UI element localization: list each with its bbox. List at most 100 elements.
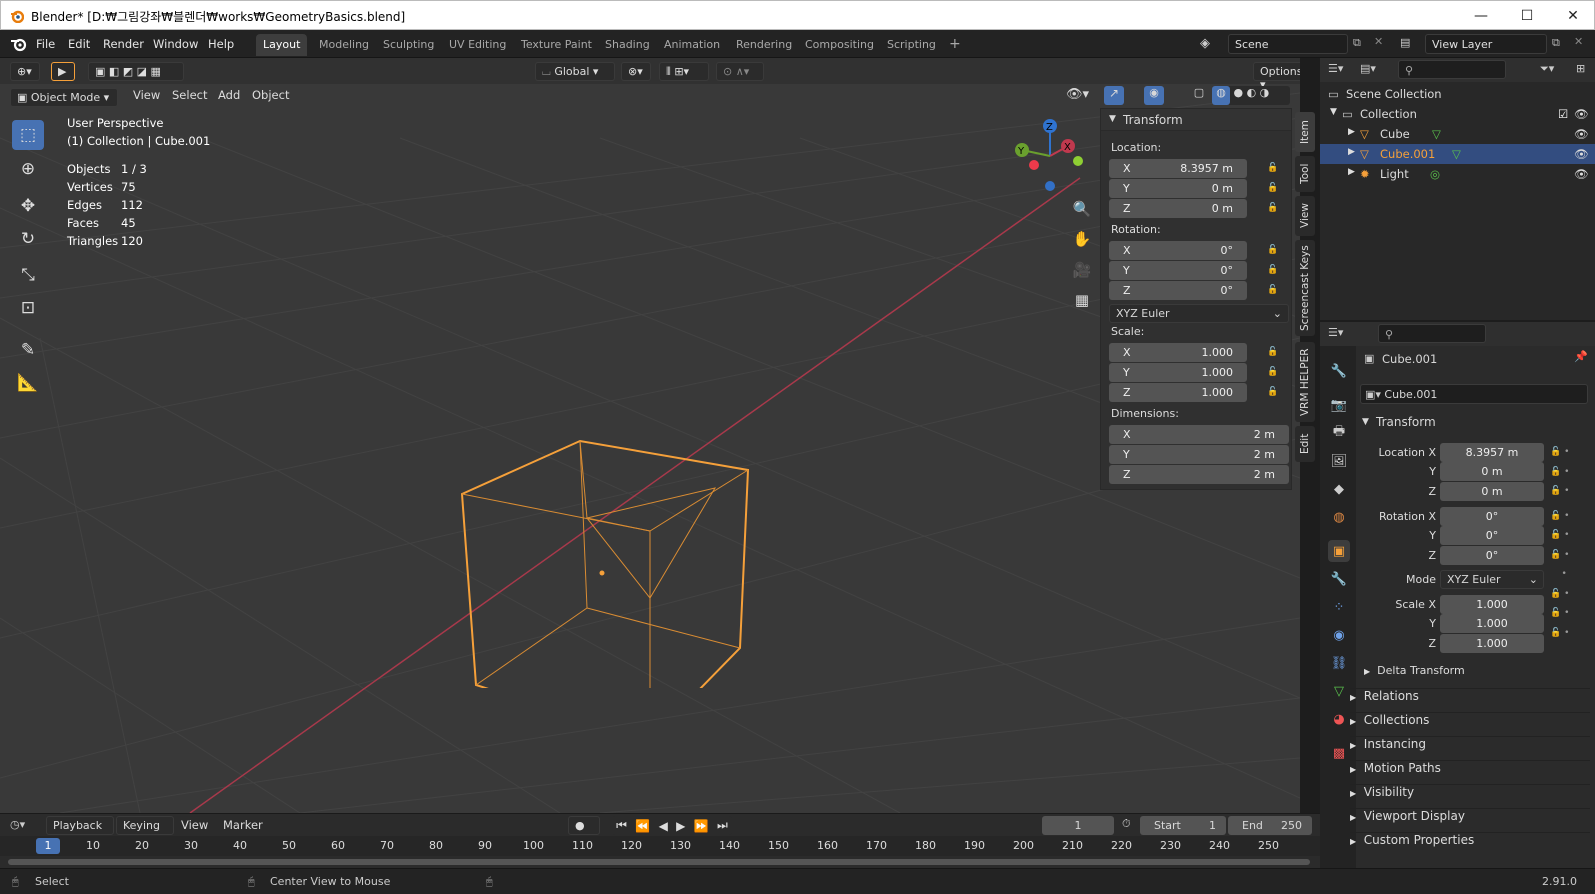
lock-icon[interactable]: 🔓 • <box>1550 482 1590 502</box>
view-layer-selector[interactable]: View Layer <box>1425 34 1547 54</box>
prop-location-y[interactable]: 0 m <box>1440 462 1544 481</box>
lock-icon[interactable]: 🔓 • <box>1550 443 1590 463</box>
prop-rotation-x[interactable]: 0° <box>1440 507 1544 526</box>
rotation-mode-dropdown[interactable]: XYZ Euler ⌄ <box>1109 304 1289 323</box>
scale-tool-icon[interactable]: ⤡ <box>12 260 44 290</box>
rotation-z-field[interactable]: Z 0° <box>1109 281 1247 300</box>
menu-window[interactable]: Window <box>153 37 198 51</box>
checkbox-icon[interactable]: ☑ <box>1558 107 1568 121</box>
cursor-tool-icon[interactable]: ⊕ <box>12 154 44 184</box>
timeline-menu-view[interactable]: View <box>181 818 208 832</box>
sidebar-tab-item[interactable]: Item <box>1295 112 1315 152</box>
tab-animation[interactable]: Animation <box>657 34 727 56</box>
prop-location-x[interactable]: 8.3957 m <box>1440 443 1544 462</box>
rotation-y-field[interactable]: Y 0° <box>1109 261 1247 280</box>
sidebar-tab-edit[interactable]: Edit <box>1295 426 1315 462</box>
npanel-transform-header[interactable]: ▼ Transform <box>1101 109 1291 131</box>
timeline-editor-type-icon[interactable]: ◷▾ <box>10 818 25 831</box>
menu-edit[interactable]: Edit <box>68 37 90 51</box>
lock-icon[interactable]: 🔓 • <box>1550 604 1590 624</box>
proportional-edit-icon[interactable]: ⊙ ∧▾ <box>716 62 764 81</box>
viewport-menu-add[interactable]: Add <box>218 88 240 102</box>
scene-icon[interactable]: ◈ <box>1200 36 1210 51</box>
output-properties-icon[interactable]: 🖶 <box>1328 422 1350 444</box>
pin-icon[interactable]: 📌 <box>1574 350 1588 363</box>
timeline-menu-playback[interactable]: Playback ▾ <box>46 816 114 845</box>
render-properties-icon[interactable]: 📷 <box>1328 394 1350 416</box>
new-scene-icon[interactable]: ⧉ <box>1353 36 1361 50</box>
lock-icon[interactable]: 🔓 <box>1267 245 1279 255</box>
overlay-toggle-icon[interactable]: ◉ <box>1144 86 1164 105</box>
view-layer-icon[interactable]: ▤ <box>1400 36 1410 49</box>
playhead[interactable]: 1 <box>36 838 60 854</box>
mode-dropdown[interactable]: ▣ Object Mode ▾ <box>10 88 118 107</box>
section-visibility[interactable]: ▶ Visibility <box>1350 784 1590 806</box>
scale-y-field[interactable]: Y 1.000 <box>1109 363 1247 382</box>
object-name-field[interactable]: ▣▾ Cube.001 <box>1360 384 1588 404</box>
measure-tool-icon[interactable]: 📐 <box>12 368 44 398</box>
outliner-item-cube[interactable]: ▶ ▽ Cube ▽ 👁 <box>1320 124 1595 144</box>
prop-rotation-z[interactable]: 0° <box>1440 546 1544 565</box>
eye-icon[interactable]: 👁 <box>1574 127 1589 141</box>
eye-icon[interactable]: 👁 <box>1574 167 1589 181</box>
dimensions-x-field[interactable]: X2 m <box>1109 425 1289 444</box>
world-properties-icon[interactable]: ◍ <box>1328 506 1350 528</box>
lock-icon[interactable]: 🔓 • <box>1550 546 1590 566</box>
scene-selector[interactable]: Scene <box>1228 34 1348 54</box>
keyframe-dot-icon[interactable]: • <box>1550 565 1590 585</box>
mesh-data-icon[interactable]: ▽ <box>1432 127 1441 141</box>
menu-file[interactable]: File <box>36 37 55 51</box>
rotation-x-field[interactable]: X 0° <box>1109 241 1247 260</box>
expand-arrow-icon[interactable]: ▶ <box>1348 127 1355 137</box>
gizmo-toggle-icon[interactable]: ↗ <box>1104 86 1124 105</box>
tool-properties-icon[interactable]: 🔧 <box>1328 360 1350 382</box>
visibility-icon[interactable]: 👁▾ <box>1066 87 1089 102</box>
section-custom-properties[interactable]: ▶ Custom Properties <box>1350 832 1590 854</box>
data-properties-icon[interactable]: ▽ <box>1328 680 1350 702</box>
modifier-properties-icon[interactable]: 🔧 <box>1328 568 1350 590</box>
lock-icon[interactable]: 🔓 <box>1267 265 1279 275</box>
lock-icon[interactable]: 🔓 <box>1267 347 1279 357</box>
close-button[interactable]: ✕ <box>1550 1 1595 31</box>
lock-icon[interactable]: 🔓 <box>1267 183 1279 193</box>
expand-arrow-icon[interactable]: ▶ <box>1348 167 1355 177</box>
tab-texture-paint[interactable]: Texture Paint <box>514 34 599 56</box>
add-workspace-button[interactable]: + <box>942 32 968 54</box>
section-motion-paths[interactable]: ▶ Motion Paths <box>1350 760 1590 782</box>
dimensions-z-field[interactable]: Z2 m <box>1109 465 1289 484</box>
expand-arrow-icon[interactable]: ▶ <box>1348 147 1355 157</box>
properties-editor-type-icon[interactable]: ☰▾ <box>1328 326 1343 339</box>
lock-icon[interactable]: 🔓 • <box>1550 585 1590 605</box>
xray-toggle-icon[interactable]: ▢ <box>1190 86 1208 105</box>
tab-layout[interactable]: Layout <box>256 34 308 56</box>
tab-sculpting[interactable]: Sculpting <box>376 34 441 56</box>
menu-render[interactable]: Render <box>103 37 144 51</box>
orthographic-toggle-icon[interactable]: ▦ <box>1068 286 1096 314</box>
navigation-gizmo[interactable]: Z X Y <box>1000 116 1090 196</box>
end-frame-field[interactable]: End 250 <box>1228 816 1312 835</box>
prop-scale-y[interactable]: 1.000 <box>1440 614 1544 633</box>
outliner-search-input[interactable]: ⚲ <box>1398 60 1506 79</box>
tab-scripting[interactable]: Scripting <box>880 34 943 56</box>
lock-icon[interactable]: 🔓 <box>1267 163 1279 173</box>
material-properties-icon[interactable]: ◕ <box>1328 708 1350 730</box>
section-collections[interactable]: ▶ Collections <box>1350 712 1590 734</box>
play-icon[interactable]: ▶ <box>676 819 685 833</box>
eye-icon[interactable]: 👁 <box>1574 107 1589 121</box>
snap-icon[interactable]: ⦀ ⊞▾ <box>659 62 709 81</box>
new-view-layer-icon[interactable]: ⧉ <box>1552 36 1560 50</box>
eye-icon[interactable]: 👁 <box>1574 147 1589 161</box>
delta-transform-subpanel[interactable]: ▶ Delta Transform <box>1364 664 1595 686</box>
minimize-button[interactable]: — <box>1458 1 1504 31</box>
annotate-tool-icon[interactable]: ✎ <box>12 335 44 365</box>
editor-type-icon[interactable]: ⊕▾ <box>10 62 40 81</box>
sidebar-tab-vrm-helper[interactable]: VRM HELPER <box>1295 342 1315 422</box>
prop-rotation-mode-dropdown[interactable]: XYZ Euler ⌄ <box>1440 570 1544 589</box>
lock-icon[interactable]: 🔓 • <box>1550 507 1590 527</box>
outliner-item-light[interactable]: ▶ ✹ Light ◎ 👁 <box>1320 164 1595 184</box>
light-data-icon[interactable]: ◎ <box>1430 167 1440 181</box>
delete-scene-icon[interactable]: ✕ <box>1374 35 1383 48</box>
delete-view-layer-icon[interactable]: ✕ <box>1574 35 1583 48</box>
lock-icon[interactable]: 🔓 • <box>1550 526 1590 546</box>
constraint-properties-icon[interactable]: ⛓ <box>1328 652 1350 674</box>
